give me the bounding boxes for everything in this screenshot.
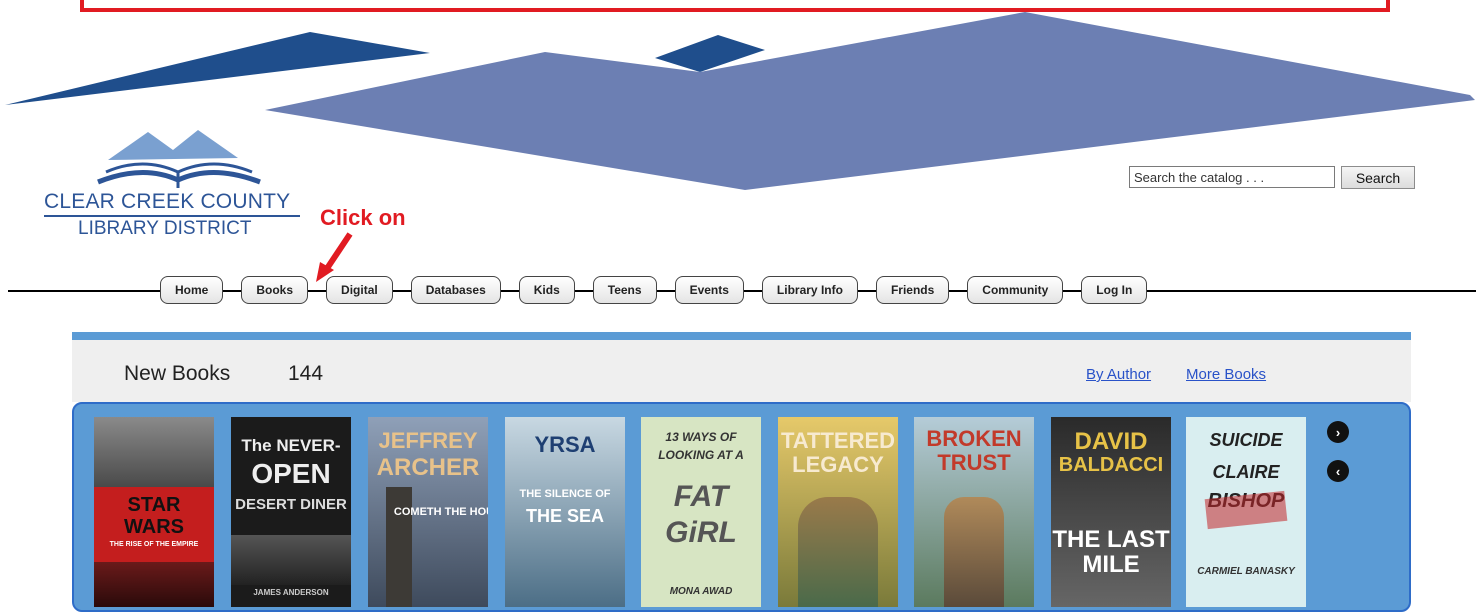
new-books-count: 144 — [288, 362, 324, 385]
book-title-mid: CLAIRE — [1212, 462, 1280, 482]
book-title-mid: TRUST — [937, 450, 1011, 475]
main-nav: Home Books Digital Databases Kids Teens … — [160, 276, 1148, 306]
book-subtitle: FAT GiRL — [665, 480, 737, 549]
book-subtitle: COMETH THE HOUR — [393, 506, 488, 518]
book-cover[interactable]: SUICIDE CLAIRE BISHOP CARMIEL BANASKY — [1186, 417, 1306, 607]
book-title-mid: LEGACY — [792, 452, 884, 477]
book-title-top: BROKEN — [926, 426, 1022, 451]
nav-item-digital[interactable]: Digital — [326, 276, 393, 304]
mountain-book-icon — [97, 130, 261, 188]
nav-item-events[interactable]: Events — [674, 276, 744, 304]
book-author: JAMES ANDERSON — [253, 588, 329, 597]
book-title-top: YRSA — [534, 432, 596, 457]
book-cover[interactable]: 13 WAYS OF LOOKING AT A FAT GiRL MONA AW… — [641, 417, 761, 607]
book-title-top: JEFFREY — [378, 428, 478, 453]
new-books-title: New Books — [124, 362, 231, 385]
nav-item-teens[interactable]: Teens — [592, 276, 657, 304]
book-title-top: TATTERED — [780, 428, 896, 453]
book-cover[interactable]: BROKEN TRUST — [914, 417, 1034, 607]
library-name-line2: LIBRARY DISTRICT — [78, 218, 252, 239]
book-title-mid: LOOKING AT A — [658, 448, 744, 462]
book-title-top: STAR — [127, 494, 181, 516]
library-logo[interactable]: CLEAR CREEK COUNTY LIBRARY DISTRICT — [38, 122, 318, 252]
book-title-top: 13 WAYS OF — [665, 430, 737, 444]
book-cover[interactable]: The NEVER- OPEN DESERT DINER JAMES ANDER… — [231, 417, 351, 607]
header-shape-light — [265, 12, 1475, 190]
book-title-mid: BALDACCI — [1058, 454, 1164, 476]
nav-item-databases[interactable]: Databases — [410, 276, 501, 304]
book-cover[interactable]: YRSA THE SILENCE OF THE SEA — [505, 417, 625, 607]
logo-divider — [44, 215, 300, 217]
book-subtitle: THE RISE OF THE EMPIRE — [109, 541, 199, 548]
more-books-link[interactable]: More Books — [1186, 366, 1266, 383]
chevron-left-icon[interactable]: ‹ — [1327, 460, 1349, 482]
nav-item-home[interactable]: Home — [160, 276, 224, 304]
book-cover[interactable]: STAR WARS THE RISE OF THE EMPIRE — [94, 417, 214, 607]
nav-item-log-in[interactable]: Log In — [1081, 276, 1148, 304]
book-cover[interactable]: TATTERED LEGACY — [778, 417, 898, 607]
book-author: CARMIEL BANASKY — [1197, 566, 1295, 577]
book-title-top: SUICIDE — [1209, 430, 1283, 450]
nav-item-friends[interactable]: Friends — [875, 276, 950, 304]
chevron-right-icon[interactable]: › — [1327, 421, 1349, 443]
book-cover[interactable]: DAVID BALDACCI THE LAST MILE — [1051, 417, 1171, 607]
book-title-top: The NEVER- — [241, 436, 341, 455]
book-title-mid: THE SILENCE OF — [519, 488, 611, 500]
nav-item-community[interactable]: Community — [967, 276, 1064, 304]
content-top-bar — [72, 332, 1411, 340]
book-title-mid: ARCHER — [376, 454, 480, 481]
nav-item-books[interactable]: Books — [241, 276, 309, 304]
book-cover[interactable]: JEFFREY ARCHER COMETH THE HOUR — [368, 417, 488, 607]
book-author: MONA AWAD — [669, 586, 733, 597]
book-subtitle: THE LAST MILE — [1052, 526, 1170, 579]
by-author-link[interactable]: By Author — [1086, 366, 1151, 383]
book-subtitle: THE SEA — [525, 506, 604, 526]
book-title-mid: WARS — [124, 516, 184, 538]
nav-item-kids[interactable]: Kids — [518, 276, 575, 304]
catalog-search-input[interactable] — [1129, 166, 1335, 188]
nav-item-library-info[interactable]: Library Info — [761, 276, 858, 304]
library-name-line1: CLEAR CREEK COUNTY — [44, 190, 291, 213]
book-title-mid: OPEN — [251, 458, 331, 489]
book-title-top: DAVID — [1074, 428, 1148, 455]
book-subtitle: DESERT DINER — [235, 496, 347, 513]
search-button[interactable]: Search — [1341, 166, 1415, 189]
